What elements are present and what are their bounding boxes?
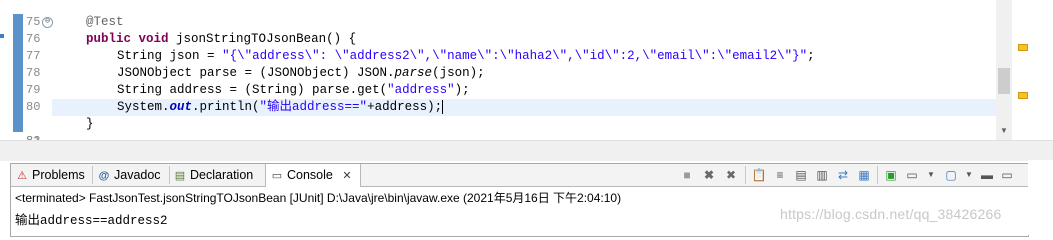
toolbar-divider — [745, 166, 746, 184]
console-process-label: <terminated> FastJsonTest.jsonStringTOJs… — [15, 191, 622, 205]
text-caret — [442, 99, 444, 114]
string-token: "{\"address\": \"address2\",\"name\":\"h… — [222, 49, 808, 63]
code-text: JSONObject parse = (JSONObject) JSON.par… — [117, 65, 485, 82]
declaration-icon: ▤ — [174, 170, 186, 182]
overview-ruler[interactable] — [1014, 0, 1053, 140]
console-icon: ▭ — [271, 170, 283, 182]
ruler-warning-marker-icon[interactable] — [1018, 44, 1028, 51]
static-field-token: out — [169, 100, 193, 114]
code-text: System.out.println("输出address=="+address… — [117, 99, 444, 116]
static-method-token: parse — [394, 66, 433, 80]
bottom-panel: ⚠ Problems @ Javadoc ▤ Declaration ▭ Console… — [10, 163, 1029, 237]
scrollbar-thumb[interactable] — [998, 68, 1010, 94]
tab-divider — [169, 166, 170, 184]
annotation-token: @Test — [86, 15, 124, 29]
code-token: = — [199, 49, 223, 63]
code-text: String address = (String) parse.get("add… — [117, 82, 470, 99]
terminate-icon[interactable]: ■ — [679, 167, 695, 183]
remove-launch-icon[interactable]: ✖ — [701, 167, 717, 183]
ruler-warning-marker-icon[interactable] — [1018, 92, 1028, 99]
tab-problems[interactable]: ⚠ Problems — [15, 164, 85, 186]
string-token: "address" — [387, 83, 455, 97]
console-output-text[interactable]: 输出address==address2 — [15, 209, 168, 228]
code-token: System. — [117, 100, 170, 114]
vertical-scrollbar[interactable]: ▼ — [996, 0, 1012, 140]
watermark-text: https://blog.csdn.net/qq_38426266 — [780, 206, 1002, 222]
show-when-stderr-icon[interactable]: ▥ — [814, 167, 830, 183]
tab-label: Console — [287, 168, 333, 182]
code-text: @Test — [86, 14, 124, 31]
code-token: } — [86, 117, 94, 131]
variable-token: address — [169, 83, 223, 97]
code-token: (json); — [432, 66, 485, 80]
code-token: +address); — [367, 100, 443, 114]
new-console-dropdown-icon[interactable]: ▼ — [961, 167, 977, 183]
code-line[interactable]: 82 } — [0, 116, 1000, 148]
code-line[interactable]: 77 public void jsonStringTOJsonBean() { — [0, 31, 1000, 63]
code-line[interactable]: 80 String address = (String) parse.get("… — [0, 82, 1000, 114]
scroll-down-arrow-icon[interactable]: ▼ — [1000, 126, 1008, 135]
clear-console-icon[interactable]: 📋 — [751, 167, 767, 183]
tab-console[interactable]: ▭ Console ✕ — [265, 164, 361, 187]
maximize-view-icon[interactable]: ▭ — [999, 167, 1015, 183]
tab-label: Declaration — [190, 168, 254, 182]
code-line[interactable]: 79 JSONObject parse = (JSONObject) JSON.… — [0, 65, 1000, 97]
code-line[interactable]: 78 String json = "{\"address\": \"addres… — [0, 48, 1000, 80]
toolbar-divider — [877, 166, 878, 184]
variable-token: json — [169, 49, 200, 63]
tab-divider — [92, 166, 93, 184]
display-console-dropdown-icon[interactable]: ▼ — [923, 167, 939, 183]
problems-icon: ⚠ — [17, 170, 27, 182]
window-edge — [1028, 160, 1053, 235]
code-line[interactable]: 76 ⊖ @Test — [0, 14, 1000, 46]
fold-collapse-icon[interactable]: ⊖ — [42, 17, 53, 28]
pin-console-icon[interactable]: ▦ — [856, 167, 872, 183]
tab-declaration[interactable]: ▤ Declaration — [173, 164, 253, 186]
type-token: String — [117, 83, 163, 97]
keyword-token: void — [138, 32, 169, 46]
code-editor[interactable]: 75 76 ⊖ @Test 77 public void jsonStringT… — [0, 0, 1053, 161]
scroll-lock-icon[interactable]: ≡ — [772, 167, 788, 183]
open-console-icon[interactable]: ▣ — [883, 167, 899, 183]
code-line[interactable]: 75 — [0, 0, 1000, 29]
word-wrap-icon[interactable]: ⇄ — [835, 167, 851, 183]
tab-javadoc[interactable]: @ Javadoc — [97, 164, 161, 186]
horizontal-scrollbar[interactable] — [0, 140, 1053, 161]
new-console-icon[interactable]: ▢ — [943, 167, 959, 183]
code-token: ); — [454, 83, 470, 97]
code-text: public void jsonStringTOJsonBean() { — [86, 31, 356, 48]
code-text: String json = "{\"address\": \"address2\… — [117, 48, 815, 65]
javadoc-icon: @ — [98, 170, 110, 182]
show-when-stdout-icon[interactable]: ▤ — [793, 167, 809, 183]
code-token: jsonStringTOJsonBean() { — [168, 32, 357, 46]
minimize-view-icon[interactable]: ▬ — [979, 167, 995, 183]
code-token: ; — [807, 49, 815, 63]
code-line-current[interactable]: 81 System.out.println("输出address=="+addr… — [0, 99, 1000, 148]
remove-all-terminated-icon[interactable]: ✖ — [723, 167, 739, 183]
type-token: String — [117, 49, 163, 63]
close-icon[interactable]: ✕ — [342, 170, 351, 182]
keyword-token: public — [86, 32, 132, 46]
code-token: JSONObject parse = (JSONObject) JSON. — [117, 66, 395, 80]
view-tab-bar: ⚠ Problems @ Javadoc ▤ Declaration ▭ Console… — [11, 164, 1028, 187]
code-token: .println( — [192, 100, 260, 114]
code-token: = (String) parse.get( — [222, 83, 388, 97]
string-token: "输出address==" — [259, 100, 368, 114]
code-text: } — [86, 116, 94, 133]
display-selected-console-icon[interactable]: ▭ — [904, 167, 920, 183]
tab-label: Problems — [32, 168, 85, 182]
tab-label: Javadoc — [114, 168, 161, 182]
